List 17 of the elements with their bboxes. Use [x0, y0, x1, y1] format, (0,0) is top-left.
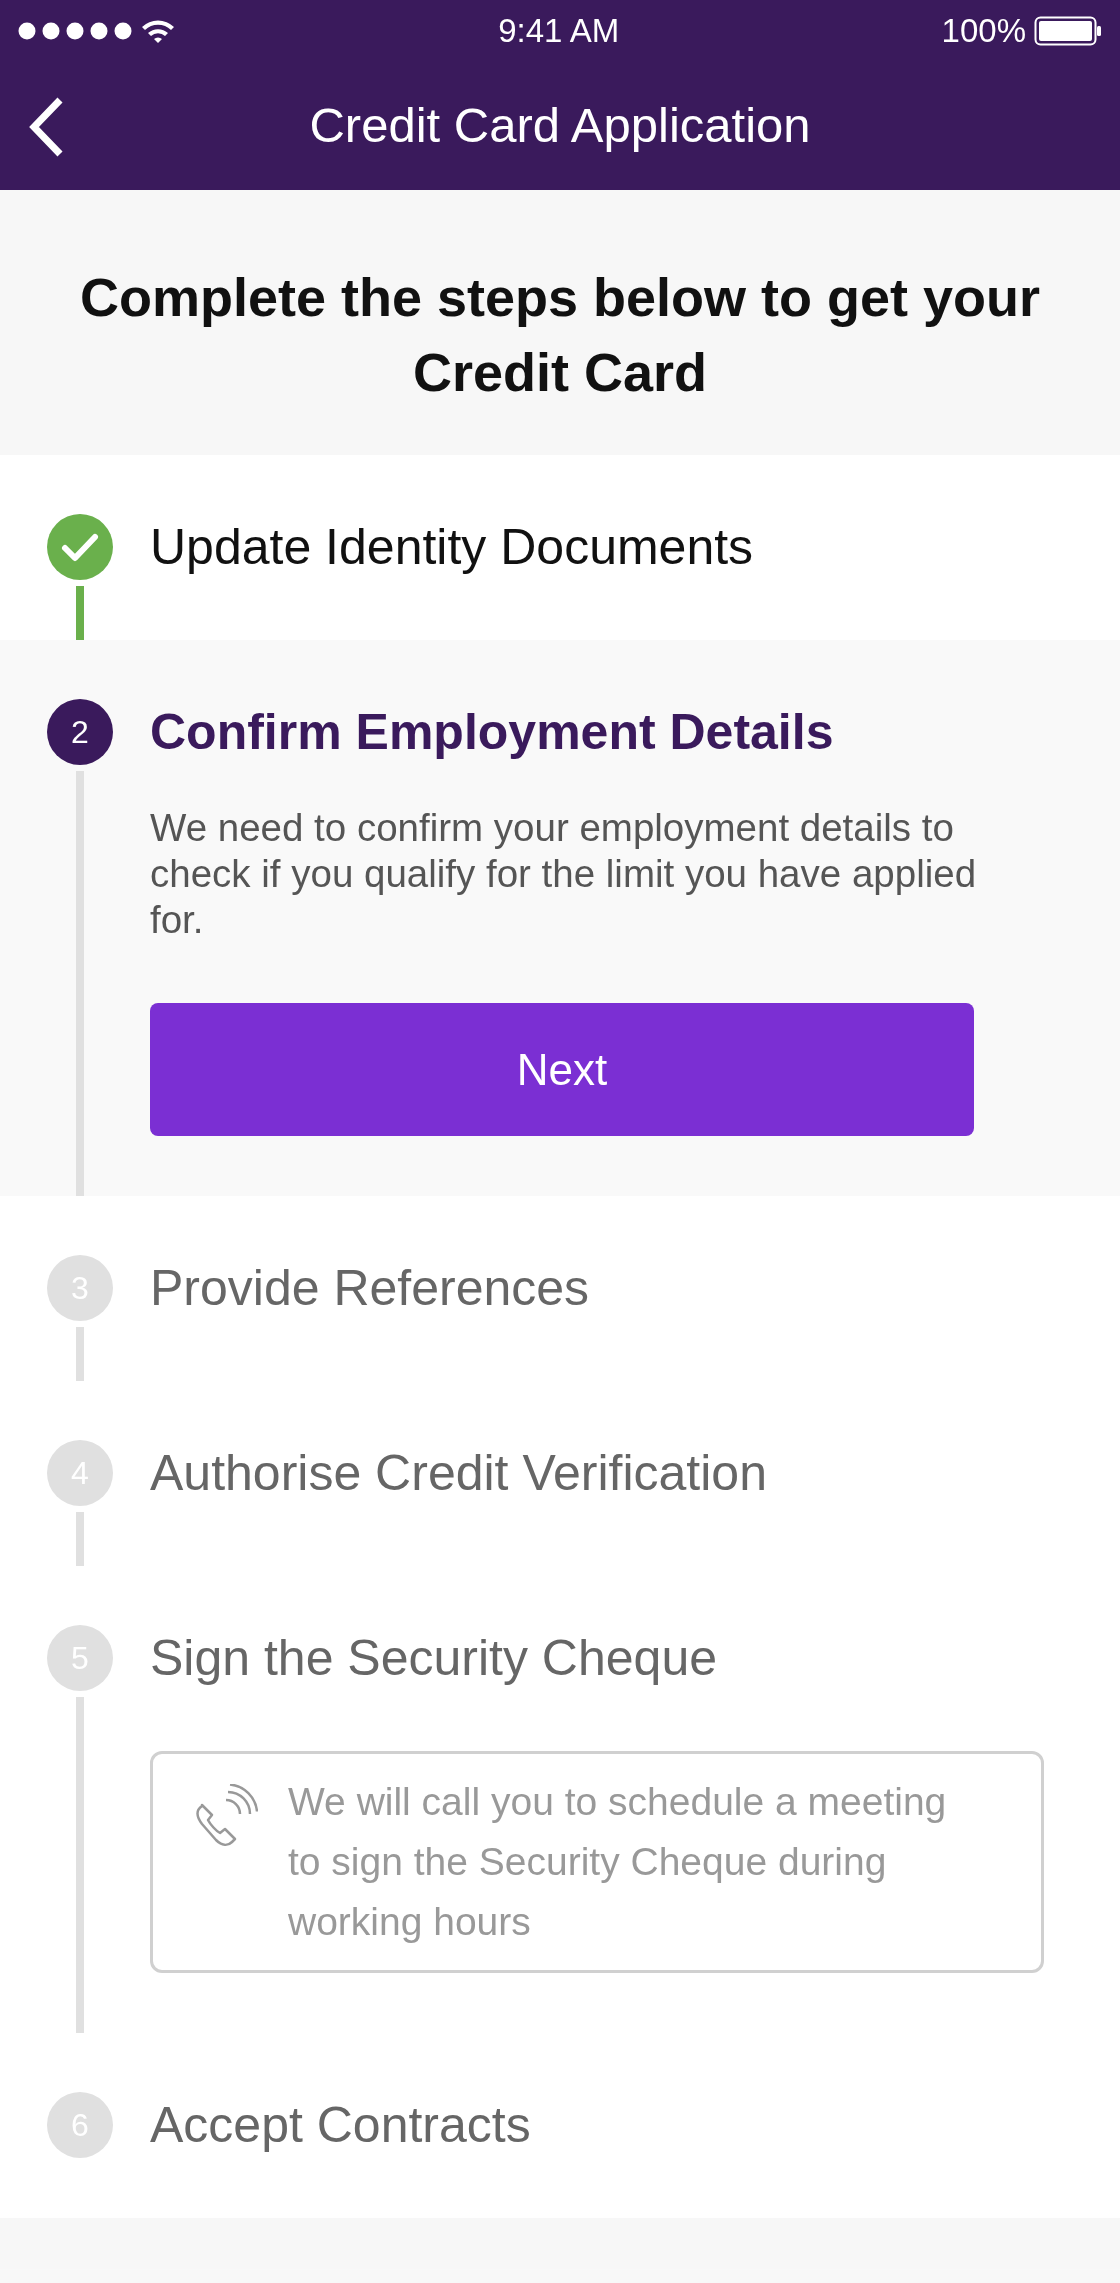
- step-marker: 2: [47, 699, 113, 765]
- wifi-icon: [140, 18, 176, 44]
- signal-icon: [18, 22, 132, 40]
- step-title: Update Identity Documents: [150, 518, 755, 577]
- step-title: Sign the Security Cheque: [150, 1629, 719, 1688]
- info-text: We will call you to schedule a meeting to sign the Security Cheque during working hours: [288, 1779, 948, 1945]
- step-title: Authorise Credit Verification: [150, 1444, 768, 1503]
- step-title: Provide References: [150, 1259, 591, 1318]
- next-button[interactable]: Next: [150, 1003, 974, 1136]
- battery-percentage: 100%: [941, 11, 1026, 52]
- page-heading: Complete the steps below to get your Credit Card: [78, 266, 1042, 404]
- step-title: Confirm Employment Details: [150, 703, 835, 762]
- status-time: 9:41 AM: [498, 11, 620, 52]
- battery-icon: [1034, 16, 1102, 46]
- step-description: We need to confirm your employment details to check if you qualify for the limit you have applied for.: [150, 805, 978, 943]
- step-title: Accept Contracts: [150, 2096, 532, 2155]
- screen-title: Credit Card Application: [309, 97, 811, 155]
